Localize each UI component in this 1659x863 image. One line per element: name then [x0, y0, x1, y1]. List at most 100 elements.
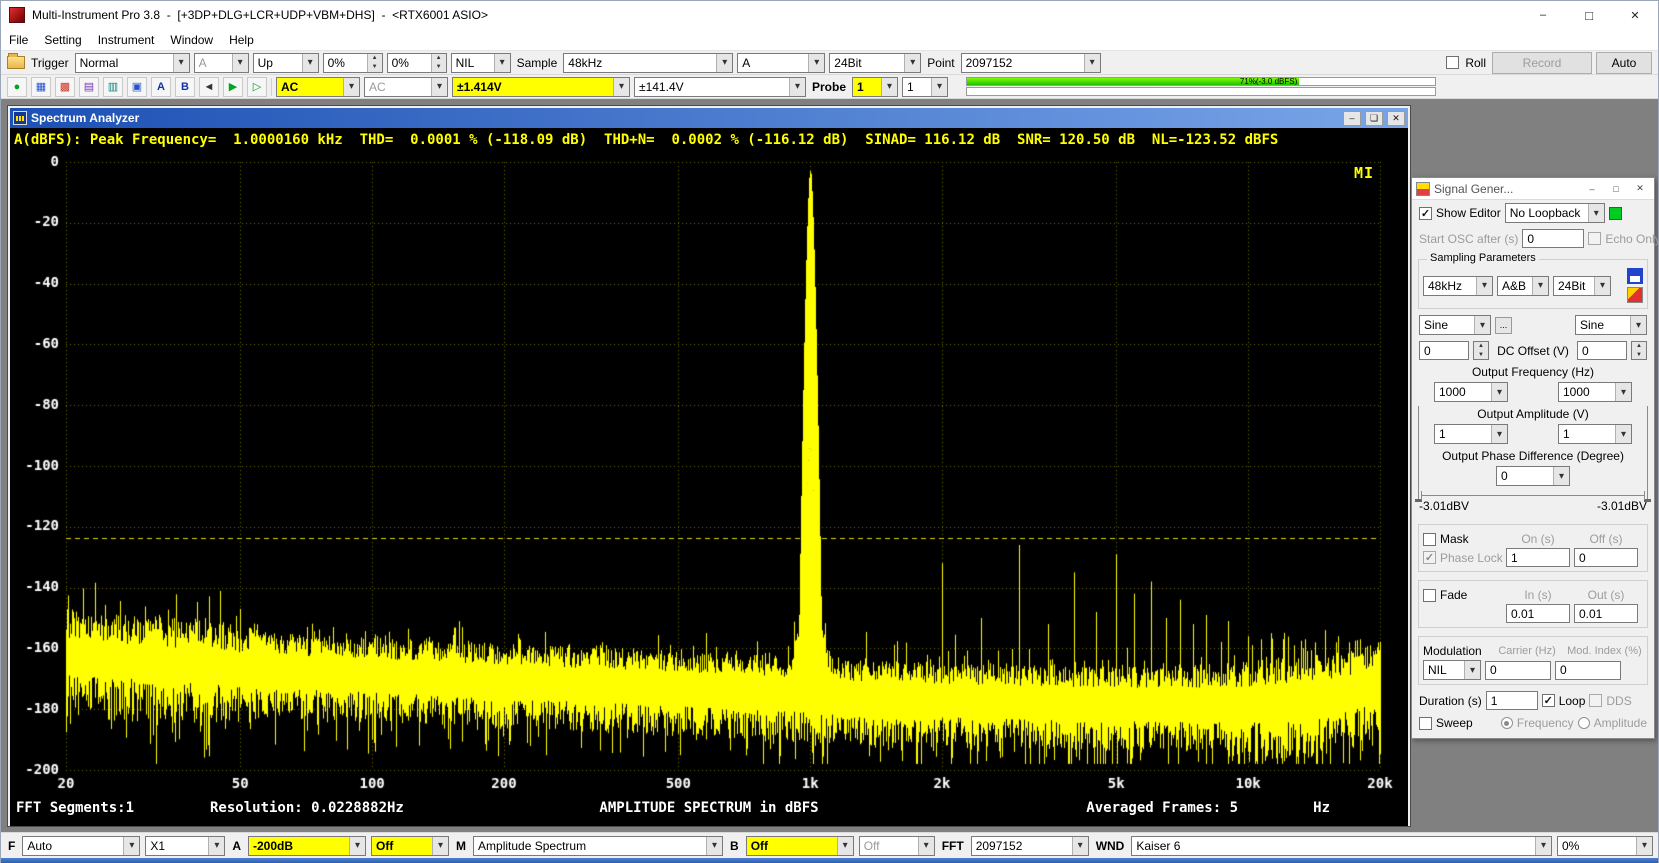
menu-setting[interactable]: Setting — [36, 29, 89, 50]
echo-only-checkbox[interactable] — [1588, 232, 1601, 245]
probe-b-select[interactable]: 1 — [902, 77, 948, 97]
b-mode-select[interactable]: Off — [859, 836, 935, 856]
amplitude-b-slider[interactable] — [1647, 406, 1648, 502]
sample-channel-select[interactable]: A — [737, 53, 825, 73]
menu-instrument[interactable]: Instrument — [90, 29, 163, 50]
mod-index-input[interactable]: 0 — [1555, 661, 1621, 680]
spectrum-title-bar[interactable]: Spectrum Analyzer — [10, 108, 1408, 128]
auto-button[interactable]: Auto — [1596, 52, 1652, 74]
waveform-a-select[interactable]: Sine — [1419, 315, 1491, 335]
record-button[interactable]: Record — [1492, 52, 1592, 74]
hpf-select[interactable]: NIL — [451, 53, 511, 73]
carrier-input[interactable]: 0 — [1485, 661, 1551, 680]
range-b-select[interactable]: ±141.4V — [634, 77, 806, 97]
spin-down-icon[interactable] — [432, 63, 446, 72]
save-icon[interactable] — [1627, 268, 1643, 284]
spin-up-icon[interactable] — [368, 54, 382, 63]
mask-on-input[interactable]: 1 — [1506, 548, 1570, 567]
maximize-button[interactable] — [1566, 1, 1612, 29]
sweep-frequency-radio[interactable] — [1501, 717, 1513, 729]
play-icon[interactable]: ▶ — [223, 77, 243, 97]
sample-bits-select[interactable]: 24Bit — [829, 53, 921, 73]
menu-window[interactable]: Window — [162, 29, 221, 50]
amplitude-a-slider[interactable] — [1418, 406, 1419, 502]
spin-up-icon[interactable] — [1474, 342, 1488, 351]
slider-thumb[interactable] — [1644, 499, 1651, 502]
a-mode-select[interactable]: Off — [371, 836, 449, 856]
spectrum-analyzer-icon[interactable]: ▩ — [55, 77, 75, 97]
waveform-editor-button[interactable]: ... — [1495, 317, 1512, 334]
modulation-type-select[interactable]: NIL — [1423, 660, 1481, 680]
coupling-b-select[interactable]: AC — [364, 77, 448, 97]
open-file-icon[interactable] — [7, 56, 25, 69]
dds-checkbox[interactable] — [1589, 694, 1602, 707]
spectrum-close-button[interactable] — [1387, 111, 1405, 126]
x-zoom-select[interactable]: X1 — [145, 836, 225, 856]
fft-size-select[interactable]: 2097152 — [971, 836, 1089, 856]
start-osc-input[interactable]: 0 — [1522, 229, 1584, 248]
siggen-restore-button[interactable] — [1606, 181, 1626, 197]
frequency-axis-select[interactable]: Auto — [22, 836, 140, 856]
range-a-select[interactable]: ±1.414V — [452, 77, 630, 97]
dc-offset-b-stepper[interactable] — [1631, 341, 1647, 360]
a-range-select[interactable]: -200dB — [248, 836, 366, 856]
siggen-bits-select[interactable]: 24Bit — [1553, 276, 1611, 296]
dc-offset-a-input[interactable]: 0 — [1419, 341, 1469, 360]
siggen-minimize-button[interactable] — [1582, 181, 1602, 197]
amplitude-a-select[interactable]: 1 — [1434, 424, 1508, 444]
spin-up-icon[interactable] — [432, 54, 446, 63]
phase-difference-select[interactable]: 0 — [1496, 466, 1570, 486]
mask-checkbox[interactable] — [1423, 533, 1436, 546]
siggen-channel-select[interactable]: A&B — [1497, 276, 1549, 296]
loopback-select[interactable]: No Loopback — [1505, 203, 1605, 223]
frequency-b-select[interactable]: 1000 — [1558, 382, 1632, 402]
siggen-rate-select[interactable]: 48kHz — [1423, 276, 1493, 296]
sweep-checkbox[interactable] — [1419, 717, 1432, 730]
sweep-amplitude-radio[interactable] — [1578, 717, 1590, 729]
preset-icon[interactable] — [1627, 287, 1643, 303]
run-icon[interactable]: ● — [7, 77, 27, 97]
output-icon[interactable]: ▷ — [247, 77, 267, 97]
close-button[interactable] — [1612, 1, 1658, 29]
phase-lock-checkbox[interactable] — [1423, 551, 1436, 564]
dc-offset-a-stepper[interactable] — [1473, 341, 1489, 360]
channel-a-icon[interactable]: A — [151, 77, 171, 97]
trigger-delay-stepper[interactable]: 0% — [387, 53, 447, 73]
trigger-level-stepper[interactable]: 0% — [323, 53, 383, 73]
overlap-select[interactable]: 0% — [1557, 836, 1653, 856]
spectrum-minimize-button[interactable] — [1343, 111, 1361, 126]
duration-input[interactable]: 1 — [1486, 691, 1538, 710]
spin-down-icon[interactable] — [1474, 351, 1488, 360]
coupling-a-select[interactable]: AC — [276, 77, 360, 97]
amplitude-b-select[interactable]: 1 — [1558, 424, 1632, 444]
window-function-select[interactable]: Kaiser 6 — [1131, 836, 1552, 856]
roll-checkbox[interactable] — [1446, 56, 1459, 69]
spectrum-plot[interactable] — [10, 152, 1406, 796]
trigger-mode-select[interactable]: Normal — [75, 53, 190, 73]
oscilloscope-icon[interactable]: ▦ — [31, 77, 51, 97]
spectrum-restore-button[interactable] — [1365, 111, 1383, 126]
menu-file[interactable]: File — [1, 29, 36, 50]
fade-in-input[interactable]: 0.01 — [1506, 604, 1570, 623]
lock-icon[interactable]: ▣ — [127, 77, 147, 97]
phase-slider[interactable] — [1421, 495, 1645, 496]
spin-down-icon[interactable] — [1632, 351, 1646, 360]
frequency-a-select[interactable]: 1000 — [1434, 382, 1508, 402]
speaker-icon[interactable]: ◄ — [199, 77, 219, 97]
signal-generator-title-bar[interactable]: Signal Gener... — [1412, 178, 1654, 200]
points-select[interactable]: 2097152 — [961, 53, 1101, 73]
waveform-b-select[interactable]: Sine — [1575, 315, 1647, 335]
spectrum-3d-plot-icon[interactable]: ▤ — [79, 77, 99, 97]
show-editor-checkbox[interactable] — [1419, 207, 1432, 220]
minimize-button[interactable] — [1520, 1, 1566, 29]
siggen-close-button[interactable] — [1630, 181, 1650, 197]
fade-checkbox[interactable] — [1423, 589, 1436, 602]
fade-out-input[interactable]: 0.01 — [1574, 604, 1638, 623]
data-logger-icon[interactable]: ▥ — [103, 77, 123, 97]
display-mode-select[interactable]: Amplitude Spectrum — [473, 836, 723, 856]
channel-b-icon[interactable]: B — [175, 77, 195, 97]
probe-a-select[interactable]: 1 — [852, 77, 898, 97]
dc-offset-b-input[interactable]: 0 — [1577, 341, 1627, 360]
menu-help[interactable]: Help — [221, 29, 262, 50]
mask-off-input[interactable]: 0 — [1574, 548, 1638, 567]
